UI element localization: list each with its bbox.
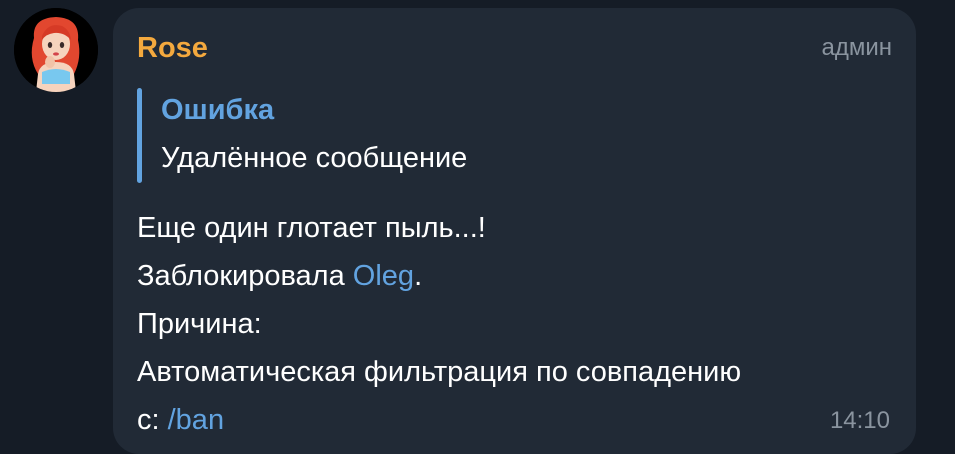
reply-title: Ошибка xyxy=(161,94,275,126)
command-link[interactable]: /ban xyxy=(168,404,224,436)
message-bubble[interactable]: Rose админ Ошибка Удалённое сообщение Ещ… xyxy=(113,8,916,454)
message-text-fragment: с: xyxy=(137,404,168,436)
girl-avatar-icon xyxy=(14,8,98,92)
user-mention-link[interactable]: Oleg xyxy=(353,260,414,292)
reply-text: Удалённое сообщение xyxy=(161,142,468,174)
message-line: Заблокировала Oleg. xyxy=(137,252,897,300)
message-line: Еще один глотает пыль...! xyxy=(137,212,486,244)
reply-preview[interactable]: Ошибка Удалённое сообщение xyxy=(137,88,657,183)
message-text-fragment: . xyxy=(414,260,423,292)
message-line: Автоматическая фильтрация по совпадению xyxy=(137,356,742,388)
message-line: Причина: xyxy=(137,308,262,340)
sender-name[interactable]: Rose xyxy=(137,28,208,68)
message-timestamp: 14:10 xyxy=(829,407,890,434)
message-text-fragment: Заблокировала xyxy=(137,260,353,292)
reply-bar xyxy=(137,88,142,183)
message-text: Еще один глотает пыль...! Заблокировала … xyxy=(137,204,897,444)
sender-avatar[interactable] xyxy=(14,8,98,92)
message-line: с: /ban xyxy=(137,396,897,444)
admin-badge: админ xyxy=(821,34,892,61)
